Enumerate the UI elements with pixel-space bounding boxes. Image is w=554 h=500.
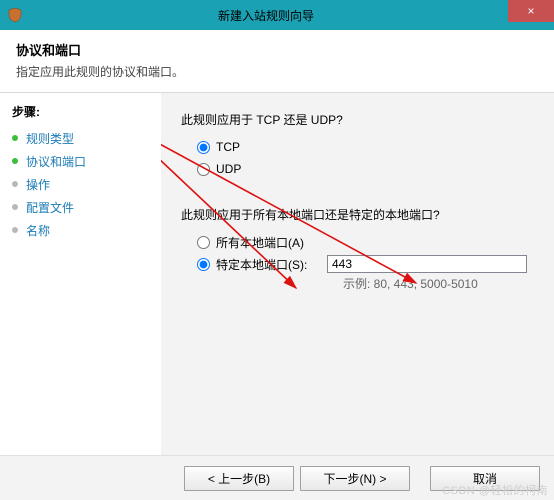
page-title: 协议和端口	[16, 40, 538, 59]
port-example: 示例: 80, 443, 5000-5010	[343, 275, 536, 292]
tcp-label: TCP	[216, 140, 240, 154]
watermark: CSDN @轻松的柯南	[442, 482, 548, 498]
step-label: 配置文件	[26, 199, 74, 216]
wizard-window: 新建入站规则向导 × 协议和端口 指定应用此规则的协议和端口。 步骤: 规则类型…	[0, 0, 554, 500]
protocol-question: 此规则应用于 TCP 还是 UDP?	[181, 111, 536, 128]
wizard-header: 协议和端口 指定应用此规则的协议和端口。	[0, 30, 554, 92]
titlebar: 新建入站规则向导 ×	[0, 0, 554, 30]
specific-ports-input[interactable]	[327, 255, 527, 273]
bullet-icon	[12, 181, 18, 187]
step-label: 操作	[26, 176, 50, 193]
step-rule-type[interactable]: 规则类型	[12, 128, 160, 148]
step-protocol-port[interactable]: 协议和端口	[12, 151, 160, 171]
bullet-icon	[12, 135, 18, 141]
page-subtitle: 指定应用此规则的协议和端口。	[16, 63, 538, 80]
tcp-radio-input[interactable]	[197, 141, 210, 154]
close-icon: ×	[527, 4, 534, 18]
step-label: 规则类型	[26, 130, 74, 147]
step-label: 名称	[26, 222, 50, 239]
radio-tcp[interactable]: TCP	[197, 138, 536, 156]
window-title: 新建入站规则向导	[24, 7, 508, 24]
step-profile[interactable]: 配置文件	[12, 197, 160, 217]
main-panel: 此规则应用于 TCP 还是 UDP? TCP UDP 此规则应用于所有本地端口还…	[160, 93, 554, 455]
radio-udp[interactable]: UDP	[197, 160, 536, 178]
step-action[interactable]: 操作	[12, 174, 160, 194]
step-label: 协议和端口	[26, 153, 86, 170]
step-name[interactable]: 名称	[12, 220, 160, 240]
bullet-icon	[12, 204, 18, 210]
all-ports-radio-input[interactable]	[197, 236, 210, 249]
radio-specific-ports[interactable]: 特定本地端口(S):	[197, 256, 327, 273]
bullet-icon	[12, 158, 18, 164]
specific-ports-label: 特定本地端口(S):	[216, 256, 307, 273]
next-button[interactable]: 下一步(N) >	[300, 466, 410, 491]
specific-ports-radio-input[interactable]	[197, 258, 210, 271]
steps-heading: 步骤:	[12, 103, 160, 120]
udp-radio-input[interactable]	[197, 163, 210, 176]
steps-list: 规则类型 协议和端口 操作 配置文件 名称	[12, 128, 160, 240]
radio-all-ports[interactable]: 所有本地端口(A)	[197, 233, 536, 251]
steps-sidebar: 步骤: 规则类型 协议和端口 操作 配置文件 名称	[0, 93, 160, 455]
port-question: 此规则应用于所有本地端口还是特定的本地端口?	[181, 206, 536, 223]
close-button[interactable]: ×	[508, 0, 554, 22]
bullet-icon	[12, 227, 18, 233]
all-ports-label: 所有本地端口(A)	[216, 234, 304, 251]
udp-label: UDP	[216, 162, 241, 176]
back-button[interactable]: < 上一步(B)	[184, 466, 294, 491]
wizard-body: 步骤: 规则类型 协议和端口 操作 配置文件 名称 此规则应用于 TCP 还是 …	[0, 93, 554, 455]
app-icon	[6, 6, 24, 24]
